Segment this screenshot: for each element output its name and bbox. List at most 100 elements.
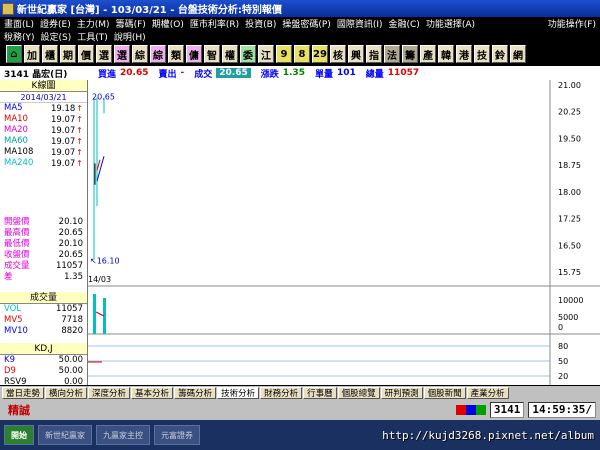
toolbar-button[interactable]: 網 bbox=[510, 45, 526, 63]
indicator-label: 最低價 bbox=[4, 239, 30, 249]
toolbar-button[interactable]: 法 bbox=[384, 45, 400, 63]
indicator-row: 差 1.35 bbox=[0, 272, 87, 283]
toolbar-button[interactable]: 期 bbox=[60, 45, 76, 63]
menu-item[interactable]: 設定(S) bbox=[41, 30, 72, 43]
indicator-label: MA5 bbox=[4, 103, 23, 113]
candlestick-chart[interactable]: 21.00 20.25 19.50 18.75 18.00 17.25 16.50 15.75… bbox=[88, 80, 600, 385]
price-tick-label: 15.75 bbox=[558, 268, 581, 277]
indicator-value-wrap: 8820 bbox=[61, 326, 83, 337]
stock-code-box[interactable]: 3141 bbox=[489, 402, 525, 418]
toolbar-button[interactable]: 29 bbox=[312, 45, 328, 63]
deal-label: 成交 bbox=[194, 69, 213, 80]
tab-5[interactable]: 技術分析 bbox=[217, 387, 260, 399]
toolbar-button[interactable]: 核 bbox=[330, 45, 346, 63]
menu-item[interactable]: 金融(C) bbox=[389, 17, 420, 30]
indicator-value: 20.65 bbox=[58, 250, 83, 260]
menu-item[interactable]: 說明(H) bbox=[114, 30, 146, 43]
price-tick-label: 19.50 bbox=[558, 134, 581, 143]
indicator-label: D9 bbox=[4, 366, 16, 376]
toolbar-button[interactable]: 價 bbox=[78, 45, 94, 63]
menu-item[interactable]: 功能選擇(A) bbox=[426, 17, 475, 30]
tab-11[interactable]: 產業分析 bbox=[466, 387, 509, 399]
tab-8[interactable]: 個股總覽 bbox=[337, 387, 380, 399]
toolbar-button[interactable]: 江 bbox=[258, 45, 274, 63]
toolbar-button[interactable]: 櫃 bbox=[42, 45, 58, 63]
tab-6[interactable]: 財務分析 bbox=[260, 387, 303, 399]
menu-item[interactable]: 稅務(Y) bbox=[4, 30, 35, 43]
tab-3[interactable]: 基本分析 bbox=[131, 387, 174, 399]
taskbar-item[interactable]: 新世紀贏家 bbox=[38, 425, 92, 445]
tab-1[interactable]: 橫向分析 bbox=[45, 387, 88, 399]
indicator-value-wrap: 19.07↑ bbox=[51, 114, 83, 125]
indicator-value: 20.65 bbox=[58, 228, 83, 238]
menu-item[interactable]: 畫面(L) bbox=[4, 17, 34, 30]
toolbar-button[interactable]: 選 bbox=[96, 45, 112, 63]
indicator-label: 成交量 bbox=[4, 261, 30, 271]
toolbar-button[interactable]: 籌 bbox=[402, 45, 418, 63]
indicator-value: 19.18 bbox=[50, 104, 76, 114]
indicator-value-wrap: 19.07↑ bbox=[51, 147, 83, 158]
menu-item[interactable]: 籌碼(F) bbox=[116, 17, 146, 30]
start-button[interactable]: 開始 bbox=[4, 425, 34, 445]
toolbar-button[interactable]: 智 bbox=[204, 45, 220, 63]
toolbar-button[interactable]: 加 bbox=[24, 45, 40, 63]
up-arrow-icon: ↑ bbox=[76, 126, 83, 135]
menu-item[interactable]: 匯市利率(R) bbox=[190, 17, 239, 30]
menu-item[interactable]: 投資(B) bbox=[245, 17, 276, 30]
buy-label: 買進 bbox=[98, 69, 117, 80]
indicator-label: 收盤價 bbox=[4, 250, 30, 260]
tab-2[interactable]: 深度分析 bbox=[88, 387, 131, 399]
toolbar-button[interactable]: 權 bbox=[222, 45, 238, 63]
menu-item[interactable]: 國際資訊(I) bbox=[337, 17, 383, 30]
indicator-label: MV10 bbox=[4, 326, 28, 336]
menu-item[interactable]: 工具(T) bbox=[77, 30, 108, 43]
home-icon[interactable]: ⌂ bbox=[6, 45, 22, 63]
chart-background bbox=[88, 80, 600, 385]
tab-10[interactable]: 個股新聞 bbox=[423, 387, 466, 399]
window-title: 新世紀贏家 [台灣] - 103/03/21 - 台盤技術分析:特別報價 bbox=[17, 5, 282, 16]
price-tick-label: 18.75 bbox=[558, 161, 581, 170]
indicator-label: MA60 bbox=[4, 136, 28, 146]
indicator-value: 8820 bbox=[61, 326, 83, 336]
menu-item[interactable]: 操盤密碼(P) bbox=[282, 17, 330, 30]
toolbar-button[interactable]: 產 bbox=[420, 45, 436, 63]
toolbar-button[interactable]: 綜 bbox=[150, 45, 166, 63]
analysis-tabs: 當日走勢 橫向分析 深度分析 基本分析 籌碼分析 技術分析 財務分析 行事曆 個股總覽 研判預測個… bbox=[0, 386, 600, 400]
indicator-label: MA108 bbox=[4, 147, 34, 157]
taskbar-item[interactable]: 九贏家主控 bbox=[96, 425, 150, 445]
indicator-row: MV10 8820 bbox=[0, 326, 87, 337]
indicator-value-wrap: 7718 bbox=[61, 315, 83, 326]
toolbar-button[interactable]: 類 bbox=[168, 45, 184, 63]
taskbar-item[interactable]: 元富證券 bbox=[154, 425, 200, 445]
up-arrow-icon: ↑ bbox=[76, 137, 83, 146]
chart-area[interactable]: 21.00 20.25 19.50 18.75 18.00 17.25 16.50 15.75… bbox=[88, 80, 600, 385]
price-tick-label: 20.25 bbox=[558, 108, 581, 117]
toolbar-button[interactable]: 8 bbox=[294, 45, 310, 63]
tab-0[interactable]: 當日走勢 bbox=[2, 387, 45, 399]
price-tick-label: 21.00 bbox=[558, 81, 581, 90]
indicator-value-wrap: 19.07↑ bbox=[51, 158, 83, 169]
tab-9[interactable]: 研判預測 bbox=[380, 387, 423, 399]
toolbar-button[interactable]: 韓 bbox=[438, 45, 454, 63]
tab-7[interactable]: 行事曆 bbox=[303, 387, 337, 399]
menu-item[interactable]: 主力(M) bbox=[77, 17, 110, 30]
toolbar-button[interactable]: 綜 bbox=[132, 45, 148, 63]
indicator-row: K9 50.00 bbox=[0, 355, 87, 366]
menu-item[interactable]: 證券(E) bbox=[40, 17, 71, 30]
tab-4[interactable]: 籌碼分析 bbox=[174, 387, 217, 399]
indicator-row: MV5 7718 bbox=[0, 315, 87, 326]
toolbar-button[interactable]: 9 bbox=[276, 45, 292, 63]
indicator-label: 開盤價 bbox=[4, 217, 30, 227]
toolbar-button[interactable]: 港 bbox=[456, 45, 472, 63]
toolbar-button[interactable]: 鈴 bbox=[492, 45, 508, 63]
toolbar-button[interactable]: 興 bbox=[348, 45, 364, 63]
indicator-value-wrap: 20.65 bbox=[59, 228, 83, 239]
menu-item[interactable]: 期權(O) bbox=[152, 17, 184, 30]
indicator-row: MA10 19.07↑ bbox=[0, 114, 87, 125]
toolbar-button[interactable]: 委 bbox=[240, 45, 256, 63]
toolbar-button[interactable]: 傭 bbox=[186, 45, 202, 63]
toolbar-button[interactable]: 指 bbox=[366, 45, 382, 63]
toolbar-button[interactable]: 技 bbox=[474, 45, 490, 63]
menu-item-function-operate[interactable]: 功能操作(F) bbox=[548, 17, 596, 30]
toolbar-button[interactable]: 選 bbox=[114, 45, 130, 63]
